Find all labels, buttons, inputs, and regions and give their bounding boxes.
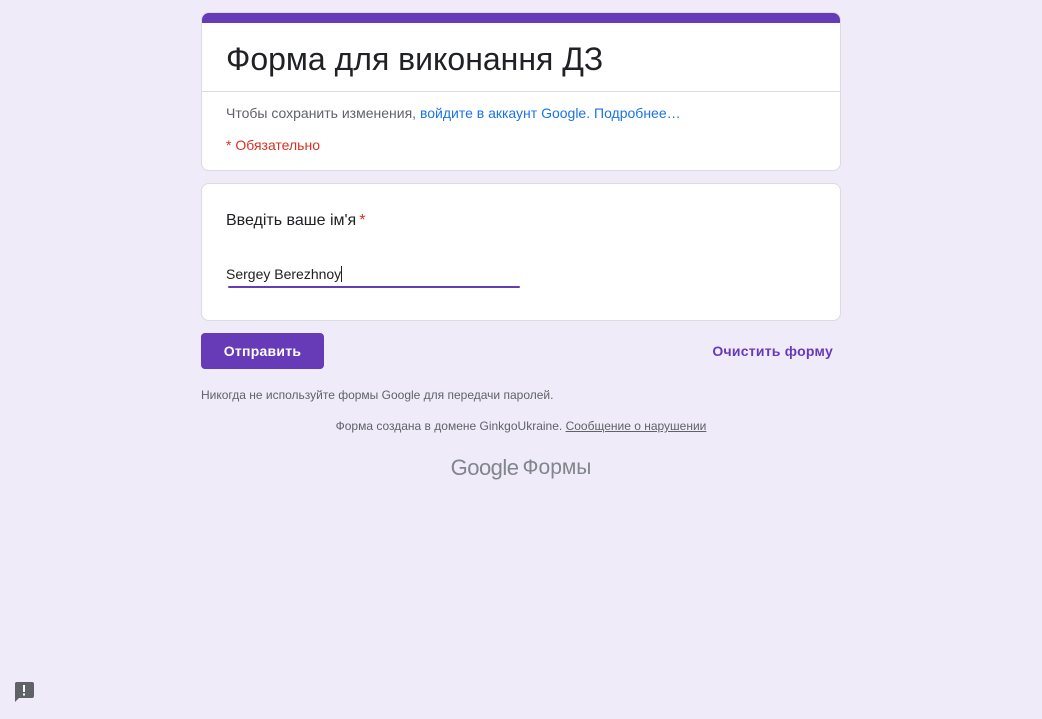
form-header-card: Форма для виконання ДЗ Чтобы сохранить и… — [201, 12, 841, 171]
forms-product-name: Формы — [522, 456, 592, 479]
report-abuse-link[interactable]: Сообщение о нарушении — [566, 419, 707, 433]
form-title: Форма для виконання ДЗ — [226, 41, 604, 77]
question-title-text: Введіть ваше ім'я — [226, 212, 357, 229]
form-actions: Отправить Очистить форму — [201, 333, 841, 381]
form-container: Форма для виконання ДЗ Чтобы сохранить и… — [201, 12, 841, 381]
submit-button[interactable]: Отправить — [201, 333, 324, 369]
google-forms-brand[interactable]: Google Формы — [201, 455, 841, 481]
question-card: Введіть ваше ім'я * Sergey Berezhnoy — [201, 183, 841, 321]
answer-value[interactable]: Sergey Berezhnoy — [226, 264, 341, 284]
learn-more-link[interactable]: Подробнее… — [594, 105, 681, 121]
answer-underline — [228, 286, 520, 288]
required-marker: * — [359, 212, 366, 229]
domain-text: Форма создана в домене GinkgoUkraine. — [335, 419, 563, 433]
question-title: Введіть ваше ім'я * — [226, 211, 365, 231]
clear-form-button[interactable]: Очистить форму — [712, 333, 833, 369]
password-warning: Никогда не используйте формы Google для … — [201, 388, 554, 402]
header-accent-bar — [202, 13, 840, 23]
header-divider — [202, 91, 840, 92]
google-logo: Google — [450, 455, 519, 480]
report-problem-icon[interactable] — [13, 681, 35, 703]
name-answer-input[interactable]: Sergey Berezhnoy — [226, 264, 520, 288]
text-caret — [341, 266, 343, 282]
required-note: * Обязательно — [226, 137, 320, 153]
signin-prefix: Чтобы сохранить изменения, — [226, 105, 417, 121]
signin-notice: Чтобы сохранить изменения, войдите в акк… — [226, 105, 681, 121]
domain-note: Форма создана в домене GinkgoUkraine. Со… — [201, 419, 841, 433]
signin-link[interactable]: войдите в аккаунт Google. — [420, 105, 590, 121]
